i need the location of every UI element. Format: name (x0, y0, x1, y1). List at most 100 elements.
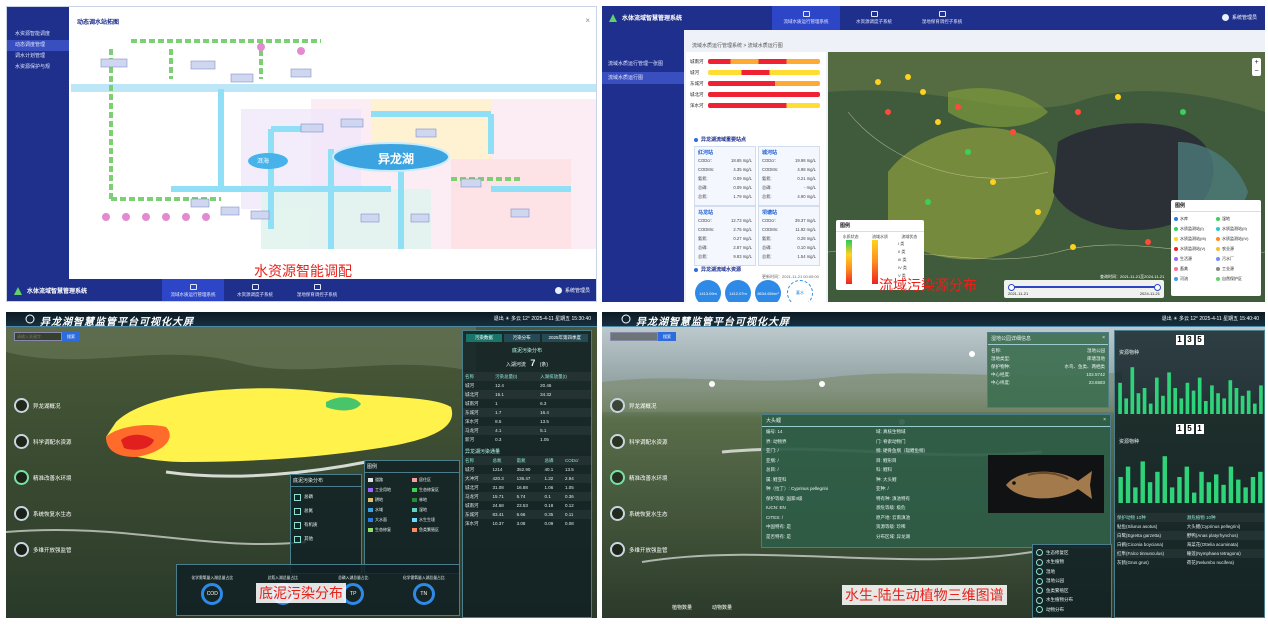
menu-item[interactable]: 精准改善水环境 (610, 470, 668, 485)
river-row[interactable]: 东城河 (690, 78, 820, 89)
bar[interactable] (1169, 487, 1175, 503)
sidebar-item-water-dispatch[interactable]: 水资源智能调度 (7, 29, 69, 40)
subpanel-item[interactable]: 总氮 (294, 504, 358, 518)
tab-pollution-data[interactable]: 污染数据 (466, 334, 502, 342)
sidebar-item-dynamic-dispatch[interactable]: 动态调度管理 (7, 40, 69, 51)
user-menu[interactable]: 系统管理员 (1221, 14, 1257, 21)
bar[interactable] (1125, 466, 1131, 503)
stat-storage-button[interactable]: 蓄水 (787, 280, 813, 302)
bar[interactable] (1210, 385, 1214, 414)
menu-item[interactable]: 多维开放强监管 (14, 542, 72, 557)
bar[interactable] (1142, 388, 1147, 414)
bar[interactable] (1130, 367, 1135, 414)
layer-item[interactable]: 湿地公园 (1036, 577, 1108, 587)
bar[interactable] (1236, 479, 1241, 503)
layer-item[interactable]: 鱼类繁殖区 (1036, 586, 1108, 596)
bar[interactable] (1228, 466, 1234, 503)
close-icon[interactable]: × (1102, 335, 1105, 342)
table-row[interactable]: 城河 12.4 20.46 (463, 381, 591, 390)
bar[interactable] (1216, 393, 1220, 414)
menu-item[interactable]: 科学调配水资源 (610, 434, 668, 449)
bar[interactable] (1197, 377, 1202, 414)
bar[interactable] (1199, 471, 1204, 503)
layer-item[interactable]: 水生植物 (1036, 558, 1108, 568)
menu-item[interactable]: 异龙湖概况 (14, 398, 61, 413)
menu-item[interactable]: 系统恢复水生态 (610, 506, 668, 521)
table-row[interactable]: 白鹭(Egretta garzetta) 野鸭(Anas platyrhyncho… (1115, 531, 1264, 540)
subpanel-item[interactable]: 总磷 (294, 490, 358, 504)
river-row[interactable]: 城北河 (690, 89, 820, 100)
table-row[interactable]: 马龙河 4.1 5.1 (463, 426, 591, 435)
bar[interactable] (1191, 492, 1197, 503)
bar[interactable] (1147, 482, 1153, 503)
table-row[interactable]: 白鹳(Ciconia boyciana) 海菜花(Ottelia acuminat… (1115, 540, 1264, 549)
bar[interactable] (1161, 395, 1165, 414)
bar[interactable] (1184, 466, 1190, 503)
tab-animal-count[interactable]: 动物数量 (712, 604, 732, 611)
bar[interactable] (1246, 390, 1251, 414)
timeline-handle[interactable] (1154, 284, 1161, 291)
bar[interactable] (1214, 474, 1219, 503)
bar[interactable] (1167, 372, 1171, 414)
bar[interactable] (1118, 477, 1123, 503)
table-row[interactable]: 城南河 1 6.3 (463, 399, 591, 408)
sidebar-item-overview[interactable]: 流域水质运行管理一张图 (602, 58, 684, 70)
user-menu[interactable]: 系统管理员 (554, 287, 590, 294)
search-input[interactable] (14, 332, 62, 341)
bar[interactable] (1185, 382, 1190, 414)
river-row[interactable]: 城河 (690, 67, 820, 78)
bar[interactable] (1240, 395, 1245, 414)
station-card[interactable]: 马龙站 CODcr: 12.73 mg/L CODMn: 2.75 mg/L 氨氮: 0.2… (694, 206, 756, 266)
subpanel-item[interactable]: 有机质 (294, 518, 358, 532)
table-row[interactable]: 灰鹤(Grus grus) 荷花(Nelumbo nucifera) (1115, 558, 1264, 567)
menu-item[interactable]: 系统恢复水生态 (14, 506, 72, 521)
menu-item[interactable]: 科学调配水资源 (14, 434, 72, 449)
bar[interactable] (1177, 477, 1182, 503)
table-row[interactable]: 大冲河 420.3 136.47 1.32 2.94 (463, 474, 591, 483)
bar[interactable] (1243, 487, 1248, 503)
zoom-out-icon[interactable]: − (1252, 67, 1261, 76)
timeline-handle[interactable] (1008, 284, 1015, 291)
bar[interactable] (1221, 484, 1226, 503)
bar[interactable] (1155, 471, 1160, 503)
bar[interactable] (1191, 390, 1196, 414)
nav-water-quality[interactable]: 流域水质运行管理系统 (772, 6, 840, 30)
tab-quarter[interactable]: 2025年第四季度 (541, 334, 588, 342)
nav-water-dispatch[interactable]: 水资源调度子系统 (224, 279, 286, 301)
bar[interactable] (1118, 382, 1122, 414)
table-row[interactable]: 东城河 1.7 16.4 (463, 408, 591, 417)
bar[interactable] (1148, 403, 1153, 414)
bar[interactable] (1206, 482, 1212, 503)
nav-water-dispatch[interactable]: 水资源调度子系统 (840, 6, 908, 30)
bar[interactable] (1133, 487, 1138, 503)
table-row[interactable]: 马龙河 15.71 5.74 0.1 0.36 (463, 492, 591, 501)
menu-item[interactable]: 异龙湖概况 (610, 398, 657, 413)
bar[interactable] (1203, 401, 1208, 414)
layer-item[interactable]: 湿地 (1036, 567, 1108, 577)
table-row[interactable]: 红隼(Falco tinnunculus) 睡莲(Nymphaea tetrago… (1115, 549, 1264, 558)
layer-item[interactable]: 生态修复区 (1036, 548, 1108, 558)
bar[interactable] (1173, 388, 1178, 414)
sidebar-item-plan[interactable]: 调水计划管理 (7, 51, 69, 62)
search-button[interactable]: 搜索 (62, 332, 80, 341)
zoom-in-icon[interactable]: + (1252, 58, 1261, 67)
layer-item[interactable]: 动物分布 (1036, 605, 1108, 615)
nav-wetland[interactable]: 湿地保育调控子系统 (286, 279, 348, 301)
bar[interactable] (1234, 388, 1239, 414)
bar[interactable] (1228, 380, 1233, 414)
table-row[interactable]: 城北河 16.1 34.32 (463, 390, 591, 399)
table-row[interactable]: 城南河 24.68 23.53 0.18 0.12 (463, 501, 591, 510)
sidebar-item-quality-map[interactable]: 流域水质运行图 (602, 72, 684, 84)
bar[interactable] (1258, 471, 1263, 503)
bar[interactable] (1162, 456, 1167, 503)
bar[interactable] (1250, 477, 1256, 503)
river-row[interactable]: 浑水河 (690, 100, 820, 111)
search-input[interactable] (610, 332, 658, 341)
nav-water-quality[interactable]: 流域水质运行管理系统 (162, 279, 224, 301)
station-card[interactable]: 坝塘站 CODcr: 39.37 mg/L CODMn: 11.92 mg/L 氨氮: 0.… (758, 206, 820, 266)
timeline[interactable]: 2021-11-21 2024-11-21 (1004, 280, 1164, 298)
bar[interactable] (1259, 385, 1263, 414)
bar[interactable] (1154, 377, 1159, 414)
bar[interactable] (1124, 398, 1129, 414)
bar[interactable] (1136, 393, 1141, 414)
